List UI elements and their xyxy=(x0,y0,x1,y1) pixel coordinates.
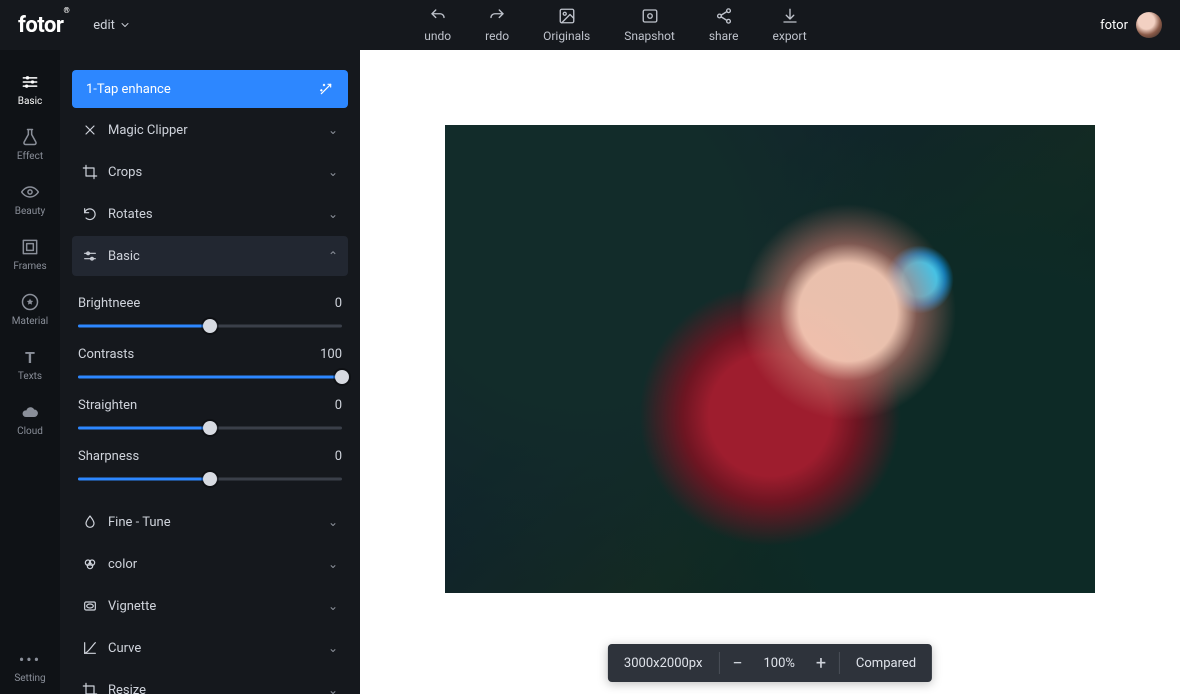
wand-icon xyxy=(318,81,334,97)
edited-photo xyxy=(445,125,1095,593)
app-header: fotor® edit undo redo Originals Snapshot… xyxy=(0,0,1180,50)
rail-basic[interactable]: Basic xyxy=(0,62,60,117)
rail-frames[interactable]: Frames xyxy=(0,227,60,282)
rotate-icon xyxy=(78,206,102,222)
slider-sharpness: Sharpness 0 xyxy=(78,449,342,486)
enhance-label: 1-Tap enhance xyxy=(86,82,171,97)
slider-value: 0 xyxy=(335,398,342,413)
crop-icon xyxy=(78,164,102,180)
scissors-icon xyxy=(78,122,102,138)
slider-label: Sharpness xyxy=(78,449,139,464)
chevron-down-icon: ⌄ xyxy=(328,599,338,613)
chevron-down-icon: ⌄ xyxy=(328,123,338,137)
section-crops[interactable]: Crops ⌄ xyxy=(72,152,348,192)
drop-icon xyxy=(78,514,102,530)
originals-button[interactable]: Originals xyxy=(543,7,590,43)
chevron-down-icon: ⌄ xyxy=(328,683,338,694)
chevron-down-icon: ⌄ xyxy=(328,207,338,221)
redo-button[interactable]: redo xyxy=(485,7,509,43)
redo-icon xyxy=(488,7,506,25)
share-button[interactable]: share xyxy=(709,7,739,43)
edit-panel: 1-Tap enhance Magic Clipper ⌄ Crops ⌄ Ro… xyxy=(60,50,360,694)
vignette-icon xyxy=(78,598,102,614)
image-icon xyxy=(558,7,576,25)
sliders-icon xyxy=(20,72,40,92)
share-icon xyxy=(715,7,733,25)
slider-brightness: Brightneee 0 xyxy=(78,296,342,333)
rail-cloud[interactable]: Cloud xyxy=(0,392,60,447)
compare-button[interactable]: Compared xyxy=(840,644,932,682)
one-tap-enhance-button[interactable]: 1-Tap enhance xyxy=(72,70,348,108)
slider-contrasts: Contrasts 100 xyxy=(78,347,342,384)
rail-material[interactable]: Material xyxy=(0,282,60,337)
slider-thumb[interactable] xyxy=(335,370,349,384)
slider-track[interactable] xyxy=(78,319,342,333)
slider-track[interactable] xyxy=(78,370,342,384)
chevron-up-icon: ⌃ xyxy=(328,249,338,263)
app-logo: fotor® xyxy=(18,13,69,38)
username: fotor xyxy=(1100,18,1128,33)
export-button[interactable]: export xyxy=(773,7,807,43)
snapshot-button[interactable]: Snapshot xyxy=(624,7,675,43)
text-icon: T xyxy=(20,347,40,367)
slider-value: 0 xyxy=(335,449,342,464)
palette-icon xyxy=(78,556,102,572)
slider-label: Straighten xyxy=(78,398,137,413)
resize-icon xyxy=(78,682,102,694)
canvas-status-bar: 3000x2000px − 100% + Compared xyxy=(608,644,932,682)
zoom-in-button[interactable]: + xyxy=(803,653,839,674)
flask-icon xyxy=(20,127,40,147)
slider-label: Contrasts xyxy=(78,347,134,362)
section-basic[interactable]: Basic ⌃ xyxy=(72,236,348,276)
download-icon xyxy=(781,7,799,25)
star-circle-icon xyxy=(20,292,40,312)
slider-value: 0 xyxy=(335,296,342,311)
slider-label: Brightneee xyxy=(78,296,140,311)
avatar xyxy=(1136,12,1162,38)
slider-thumb[interactable] xyxy=(203,421,217,435)
rail-beauty[interactable]: Beauty xyxy=(0,172,60,227)
section-magic-clipper[interactable]: Magic Clipper ⌄ xyxy=(72,110,348,150)
chevron-down-icon xyxy=(119,19,131,31)
section-vignette[interactable]: Vignette ⌄ xyxy=(72,586,348,626)
section-rotates[interactable]: Rotates ⌄ xyxy=(72,194,348,234)
user-account[interactable]: fotor xyxy=(1100,12,1162,38)
chevron-down-icon: ⌄ xyxy=(328,515,338,529)
frame-icon xyxy=(20,237,40,257)
canvas-area: 3000x2000px − 100% + Compared xyxy=(360,50,1180,694)
slider-thumb[interactable] xyxy=(203,472,217,486)
slider-track[interactable] xyxy=(78,421,342,435)
curve-icon xyxy=(78,640,102,656)
section-fine-tune[interactable]: Fine - Tune ⌄ xyxy=(72,502,348,542)
rail-effect[interactable]: Effect xyxy=(0,117,60,172)
eye-icon xyxy=(20,182,40,202)
camera-icon xyxy=(641,7,659,25)
slider-track[interactable] xyxy=(78,472,342,486)
slider-straighten: Straighten 0 xyxy=(78,398,342,435)
section-color[interactable]: color ⌄ xyxy=(72,544,348,584)
chevron-down-icon: ⌄ xyxy=(328,641,338,655)
mode-label: edit xyxy=(93,18,115,33)
undo-button[interactable]: undo xyxy=(424,7,451,43)
undo-icon xyxy=(429,7,447,25)
rail-setting[interactable]: ••• Setting xyxy=(0,639,60,694)
zoom-out-button[interactable]: − xyxy=(719,653,755,674)
chevron-down-icon: ⌄ xyxy=(328,557,338,571)
image-canvas[interactable] xyxy=(445,125,1095,593)
slider-value: 100 xyxy=(320,347,342,362)
chevron-down-icon: ⌄ xyxy=(328,165,338,179)
rail-texts[interactable]: T Texts xyxy=(0,337,60,392)
more-icon: ••• xyxy=(20,649,40,669)
slider-thumb[interactable] xyxy=(203,319,217,333)
image-dimensions: 3000x2000px xyxy=(608,644,719,682)
basic-sliders: Brightneee 0 Contrasts 100 Straighten 0 Sha… xyxy=(72,276,348,500)
mode-dropdown[interactable]: edit xyxy=(93,18,131,33)
zoom-level: 100% xyxy=(755,644,802,682)
section-curve[interactable]: Curve ⌄ xyxy=(72,628,348,668)
cloud-icon xyxy=(20,402,40,422)
header-actions: undo redo Originals Snapshot share expor… xyxy=(131,7,1100,43)
section-resize[interactable]: Resize ⌄ xyxy=(72,670,348,694)
sliders-icon xyxy=(78,248,102,264)
tool-rail: Basic Effect Beauty Frames Material T Te… xyxy=(0,50,60,694)
